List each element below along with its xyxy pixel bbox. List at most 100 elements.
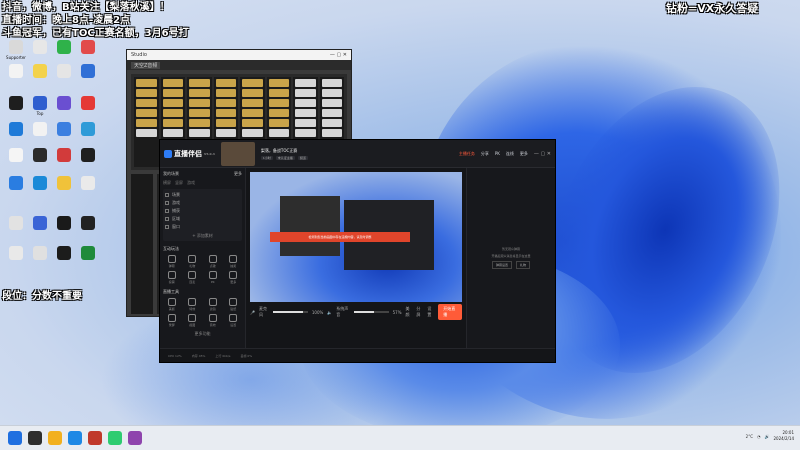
interaction-tool[interactable]: 弹幕	[163, 255, 181, 268]
mixer-knob[interactable]	[242, 79, 263, 87]
mixer-knob[interactable]	[162, 109, 183, 117]
desktop-icon[interactable]	[4, 246, 28, 266]
interaction-tool[interactable]: 礼物	[184, 255, 202, 268]
wifi-icon[interactable]: ◔	[757, 434, 761, 439]
mixer-channel-strip[interactable]	[131, 174, 153, 314]
checkbox-icon[interactable]	[165, 217, 169, 221]
desktop-icon[interactable]: Top	[28, 96, 52, 116]
mixer-knob[interactable]	[215, 89, 236, 97]
streamer-avatar[interactable]	[220, 141, 255, 166]
desktop-icon[interactable]	[52, 148, 76, 168]
taskbar-app-icon[interactable]	[68, 431, 82, 445]
live-tool[interactable]: 录屏	[163, 314, 181, 327]
live-tool[interactable]: 滤镜	[204, 298, 222, 311]
mixer-knob[interactable]	[321, 119, 342, 127]
mixer-knob[interactable]	[136, 119, 157, 127]
mixer-knob[interactable]	[321, 129, 342, 137]
desktop-icon[interactable]	[76, 64, 100, 84]
scene-item[interactable]: 捕获	[165, 207, 240, 215]
room-title[interactable]: 梨落，备战TOC正赛	[261, 148, 308, 154]
taskbar-app-icon[interactable]	[128, 431, 142, 445]
mixer-knob[interactable]	[162, 129, 183, 137]
desktop-icon[interactable]	[52, 216, 76, 236]
desktop-icon[interactable]	[52, 122, 76, 142]
mixer-knob[interactable]	[268, 99, 289, 107]
add-source-button[interactable]: + 添加素材	[165, 233, 240, 239]
tab-game[interactable]: 游戏	[187, 180, 195, 186]
mixer-knob[interactable]	[189, 119, 210, 127]
live-tool[interactable]: 美颜	[163, 298, 181, 311]
mixer-knob[interactable]	[268, 79, 289, 87]
mixer-knob[interactable]	[136, 109, 157, 117]
mixer-knob[interactable]	[189, 99, 210, 107]
system-sound-slider[interactable]	[354, 311, 389, 313]
desktop-icon[interactable]	[76, 122, 100, 142]
more-link[interactable]: 更多	[520, 151, 528, 157]
mixer-knob[interactable]	[295, 129, 316, 137]
mixer-knob[interactable]	[295, 109, 316, 117]
desktop-icon[interactable]	[28, 64, 52, 84]
mixer-knob[interactable]	[162, 89, 183, 97]
mixer-knob[interactable]	[242, 109, 263, 117]
mixer-knob[interactable]	[242, 129, 263, 137]
desktop-icon[interactable]	[52, 176, 76, 196]
desktop-icon[interactable]	[28, 176, 52, 196]
desktop-icon[interactable]	[76, 148, 100, 168]
mixer-knob[interactable]	[268, 109, 289, 117]
desktop-icon[interactable]	[52, 64, 76, 84]
scene-item[interactable]: 游戏	[165, 199, 240, 207]
stream-preview[interactable]: 检测到您当前画面中存在违规内容，请及时调整	[250, 172, 462, 302]
connect-link[interactable]: 连线	[506, 151, 514, 157]
live-tool[interactable]: 贴纸	[225, 298, 243, 311]
window-controls[interactable]: — ▢ ✕	[330, 52, 347, 58]
clock[interactable]: 20:01 2024/2/14	[773, 430, 794, 442]
checkbox-icon[interactable]	[165, 201, 169, 205]
desktop-icon[interactable]	[4, 122, 28, 142]
beauty-button[interactable]: 美颜	[406, 306, 413, 318]
interaction-tool[interactable]: 连麦	[184, 271, 202, 284]
mixer-knob[interactable]	[136, 129, 157, 137]
mixer-knob[interactable]	[242, 119, 263, 127]
mixer-knob[interactable]	[268, 119, 289, 127]
mixer-knob[interactable]	[242, 99, 263, 107]
more-functions-button[interactable]: 更多功能	[163, 331, 242, 337]
live-tool[interactable]: 截图	[184, 314, 202, 327]
start-live-button[interactable]: 开始直播	[438, 304, 463, 320]
scene-item[interactable]: 窗口	[165, 223, 240, 231]
task-link[interactable]: 主播任务	[459, 151, 475, 157]
interaction-tool[interactable]: PK	[204, 271, 222, 284]
weather-text[interactable]: 2°C	[746, 434, 753, 439]
desktop-icon[interactable]	[52, 40, 76, 60]
tab-portrait[interactable]: 竖屏	[175, 180, 183, 186]
window-controls[interactable]: — ▢ ✕	[534, 151, 551, 157]
checkbox-icon[interactable]	[165, 225, 169, 229]
mixer-knob[interactable]	[136, 89, 157, 97]
desktop-icon[interactable]	[4, 176, 28, 196]
desktop-icon[interactable]	[76, 216, 100, 236]
desktop-icon[interactable]	[52, 246, 76, 266]
interaction-tool[interactable]: 投票	[163, 271, 181, 284]
mixer-tab[interactable]: 天空Z音频	[131, 61, 161, 69]
mixer-channel[interactable]	[134, 77, 159, 167]
streaming-app-window[interactable]: 直播伴侣 V5.0.4 梨落，备战TOC正赛 1小时 未认证主播 频道 主播任务…	[159, 139, 556, 363]
desktop-icon[interactable]	[4, 96, 28, 116]
pk-link[interactable]: PK	[495, 151, 500, 156]
mixer-knob[interactable]	[189, 89, 210, 97]
desktop-icon[interactable]	[76, 96, 100, 116]
settings-button[interactable]: 设置	[427, 306, 434, 318]
mixer-knob[interactable]	[136, 79, 157, 87]
desktop-icon[interactable]	[28, 216, 52, 236]
mixer-knob[interactable]	[189, 79, 210, 87]
taskbar-app-icon[interactable]	[28, 431, 42, 445]
mixer-knob[interactable]	[162, 99, 183, 107]
scene-item[interactable]: 区域	[165, 215, 240, 223]
speaker-icon[interactable]: 🔈	[327, 310, 332, 315]
live-tool[interactable]: 设置	[225, 314, 243, 327]
desktop-icon[interactable]	[52, 96, 76, 116]
taskbar-app-icon[interactable]	[48, 431, 62, 445]
mixer-knob[interactable]	[268, 89, 289, 97]
mixer-knob[interactable]	[295, 79, 316, 87]
mixer-knob[interactable]	[242, 89, 263, 97]
desktop-icon[interactable]	[76, 176, 100, 196]
mic-icon[interactable]: 🎤	[250, 310, 255, 315]
